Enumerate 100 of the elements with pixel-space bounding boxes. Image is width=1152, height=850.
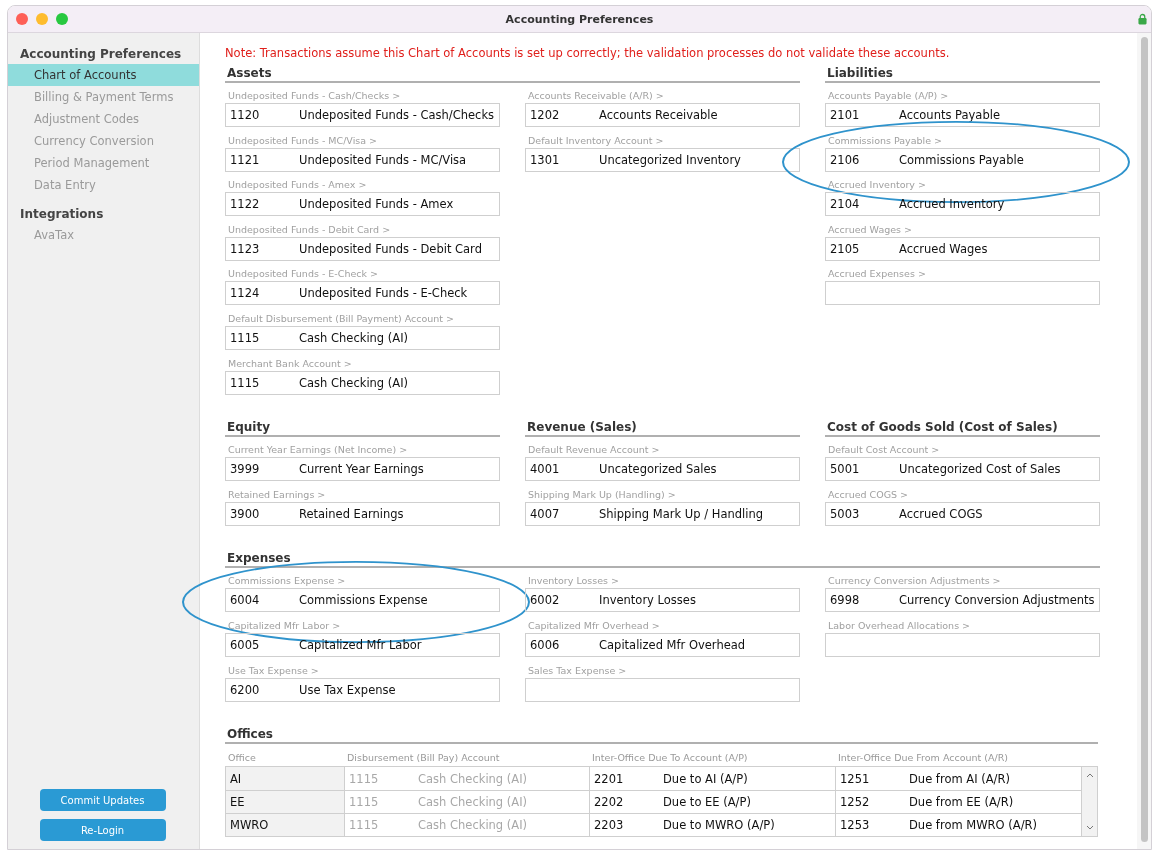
table-cell: EE — [226, 790, 345, 814]
account-field[interactable]: 1122 Undeposited Funds - Amex — [225, 192, 500, 217]
field-label-link[interactable]: Default Inventory Account > — [525, 132, 800, 148]
account-field[interactable]: 4007 Shipping Mark Up / Handling — [525, 501, 800, 526]
field-label-link[interactable]: Undeposited Funds - E-Check > — [225, 266, 500, 282]
account-number: 4007 — [530, 506, 561, 521]
account-field[interactable]: 5003 Accrued COGS — [825, 501, 1100, 526]
field-label-link[interactable]: Undeposited Funds - Cash/Checks > — [225, 88, 500, 103]
account-field[interactable]: 3999 Current Year Earnings — [225, 457, 500, 482]
action-button[interactable]: Commit Updates — [39, 789, 166, 811]
account-name: Cash Checking (AI) — [418, 771, 528, 786]
account-field[interactable]: 6005 Capitalized Mfr Labor — [225, 632, 500, 657]
field-label-link[interactable]: Current Year Earnings (Net Income) > — [225, 442, 500, 458]
sidebar-item[interactable]: AvaTax — [8, 224, 199, 246]
account-number: 1301 — [530, 152, 561, 167]
sidebar-item[interactable]: Period Management — [8, 152, 199, 174]
account-name: Due to MWRO (A/P) — [663, 818, 775, 833]
chevron-down-icon[interactable] — [1085, 825, 1094, 831]
account-field[interactable]: 1123 Undeposited Funds - Debit Card — [225, 236, 500, 261]
sidebar-item[interactable]: Currency Conversion — [8, 130, 199, 152]
account-field[interactable] — [825, 281, 1100, 306]
field-label-link[interactable]: Accounts Receivable (A/R) > — [525, 88, 800, 103]
account-number: 2201 — [594, 771, 625, 786]
account-number: 1122 — [230, 197, 261, 212]
warning-note: Note: Transactions assume this Chart of Accounts is set up correctly; the validation processes do not validate these accounts. — [225, 46, 951, 62]
field-label-link[interactable]: Commissions Payable > — [825, 132, 1100, 148]
account-number: 2106 — [830, 152, 861, 167]
field-label-link[interactable]: Accrued Inventory > — [825, 177, 1100, 193]
account-field[interactable] — [525, 677, 800, 702]
field-label-link[interactable]: Undeposited Funds - Amex > — [225, 177, 500, 193]
field-label-link[interactable]: Inventory Losses > — [525, 573, 800, 589]
account-field[interactable]: 1301 Uncategorized Inventory — [525, 147, 800, 172]
column-header: Office — [227, 752, 257, 764]
account-field[interactable]: 6200 Use Tax Expense — [225, 677, 500, 702]
account-field[interactable]: 1115 Cash Checking (AI) — [225, 370, 500, 395]
field-label-link[interactable]: Accrued Expenses > — [825, 266, 1100, 282]
field-label-link[interactable]: Retained Earnings > — [225, 486, 500, 502]
sidebar-item[interactable]: Adjustment Codes — [8, 108, 199, 130]
account-name: Current Year Earnings — [299, 462, 424, 477]
account-cell[interactable]: 2202 Due to EE (A/P) — [590, 790, 836, 814]
sidebar-item[interactable]: Chart of Accounts — [8, 64, 199, 86]
account-cell[interactable]: 1252 Due from EE (A/R) — [836, 790, 1082, 814]
field-label-link[interactable]: Undeposited Funds - Debit Card > — [225, 221, 500, 237]
close-button[interactable] — [16, 13, 28, 25]
field-label-link[interactable]: Shipping Mark Up (Handling) > — [525, 486, 800, 502]
account-name: Undeposited Funds - Cash/Checks — [299, 108, 495, 122]
account-number: 1124 — [230, 286, 261, 301]
account-field[interactable]: 1121 Undeposited Funds - MC/Visa — [225, 147, 500, 172]
scroll-thumb[interactable] — [1140, 37, 1148, 842]
action-button[interactable]: Re-Login — [39, 819, 166, 841]
account-cell[interactable]: 1253 Due from MWRO (A/R) — [836, 813, 1082, 837]
account-number: 1121 — [230, 152, 261, 167]
scrollbar[interactable] — [1137, 33, 1151, 849]
account-name: Cash Checking (AI) — [418, 795, 528, 810]
account-field[interactable]: 3900 Retained Earnings — [225, 501, 500, 526]
field-label-link[interactable]: Use Tax Expense > — [225, 662, 500, 678]
account-field[interactable] — [825, 632, 1100, 657]
account-field[interactable]: 6006 Capitalized Mfr Overhead — [525, 632, 800, 657]
account-field[interactable]: 6002 Inventory Losses — [525, 588, 800, 613]
field-label-link[interactable]: Default Disbursement (Bill Payment) Account > — [225, 310, 500, 326]
field-label-link[interactable]: Capitalized Mfr Overhead > — [525, 617, 800, 633]
sidebar-item[interactable]: Data Entry — [8, 174, 199, 196]
account-cell[interactable]: 2201 Due to AI (A/P) — [590, 767, 836, 791]
column-header: Inter-Office Due To Account (A/P) — [591, 752, 749, 764]
account-field[interactable]: 1202 Accounts Receivable — [525, 103, 800, 127]
sidebar-item[interactable]: Billing & Payment Terms — [8, 86, 199, 108]
scrollbar[interactable] — [1082, 767, 1097, 837]
zoom-button[interactable] — [56, 13, 68, 25]
account-name: Accrued Wages — [899, 241, 988, 256]
account-field[interactable]: 4001 Uncategorized Sales — [525, 457, 800, 482]
account-field[interactable]: 6004 Commissions Expense — [225, 588, 500, 613]
account-field[interactable]: 2105 Accrued Wages — [825, 236, 1100, 261]
field-label-link[interactable]: Merchant Bank Account > — [225, 355, 500, 371]
chevron-up-icon[interactable] — [1085, 773, 1094, 779]
account-field[interactable]: 2106 Commissions Payable — [825, 147, 1100, 172]
account-name: Accounts Payable — [899, 108, 1000, 122]
field-label-link[interactable]: Default Cost Account > — [825, 442, 1100, 458]
table-cell: MWRO — [226, 813, 345, 837]
field-label-link[interactable]: Undeposited Funds - MC/Visa > — [225, 132, 500, 148]
account-number: 1120 — [230, 108, 261, 122]
account-name: Due from MWRO (A/R) — [909, 818, 1037, 833]
account-field[interactable]: 5001 Uncategorized Cost of Sales — [825, 457, 1100, 482]
account-field[interactable]: 6998 Currency Conversion Adjustments — [825, 588, 1100, 613]
field-label-link[interactable]: Accrued Wages > — [825, 221, 1100, 237]
field-label-link[interactable]: Capitalized Mfr Labor > — [225, 617, 500, 633]
field-label-link[interactable]: Sales Tax Expense > — [525, 662, 800, 678]
account-field[interactable]: 1115 Cash Checking (AI) — [225, 325, 500, 350]
field-label-link[interactable]: Accrued COGS > — [825, 486, 1100, 502]
account-name: Due from EE (A/R) — [909, 795, 1014, 810]
field-label-link[interactable]: Labor Overhead Allocations > — [825, 617, 1100, 633]
account-cell[interactable]: 2203 Due to MWRO (A/P) — [590, 813, 836, 837]
sidebar-heading: Integrations — [19, 207, 105, 223]
account-field[interactable]: 2101 Accounts Payable — [825, 103, 1100, 127]
minimize-button[interactable] — [36, 13, 48, 25]
account-field[interactable]: 1120 Undeposited Funds - Cash/Checks — [225, 103, 500, 127]
account-field[interactable]: 1124 Undeposited Funds - E-Check — [225, 281, 500, 306]
field-label-link[interactable]: Accounts Payable (A/P) > — [825, 88, 1100, 103]
field-label-link[interactable]: Default Revenue Account > — [525, 442, 800, 458]
field-label-link[interactable]: Commissions Expense > — [225, 573, 500, 589]
field-label-link[interactable]: Currency Conversion Adjustments > — [825, 573, 1100, 589]
